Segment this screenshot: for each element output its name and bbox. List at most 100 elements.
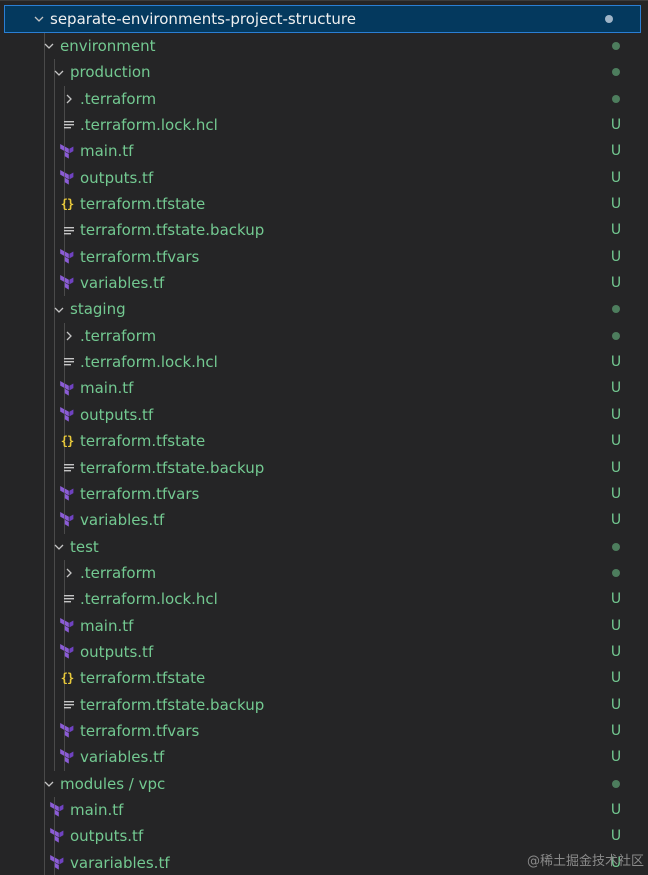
untracked-status-badge: U [610, 143, 622, 160]
indent-guide [44, 665, 45, 692]
indent-guide [54, 428, 55, 455]
tree-file-main-tf[interactable]: main.tf U [0, 375, 648, 402]
tree-item-label: outputs.tf [80, 168, 154, 187]
status-dot-icon [605, 15, 613, 23]
tree-item-label: .terraform.lock.hcl [80, 590, 218, 609]
indent-guide [44, 796, 45, 824]
tree-file-outputs-tf[interactable]: outputs.tf U [0, 401, 648, 429]
tree-item-label: .terraform [80, 89, 157, 108]
tree-item-label: terraform.tfstate [80, 195, 206, 214]
tree-folder-production[interactable]: production [0, 59, 648, 86]
tree-folder-environment[interactable]: environment [0, 33, 648, 60]
terraform-file-icon [48, 797, 66, 823]
tree-item-label: .terraform.lock.hcl [80, 116, 218, 135]
tree-file-main-tf[interactable]: main.tf U [0, 138, 648, 165]
tree-file-variables-tf[interactable]: variables.tf U [0, 270, 648, 297]
indent-guide [44, 454, 45, 481]
chevron-right-icon [60, 86, 78, 112]
tree-file-main-tf[interactable]: main.tf U [0, 612, 648, 639]
tree-item-label: varariables.tf [70, 853, 170, 872]
terraform-file-icon [58, 639, 76, 665]
indent-guide [44, 533, 45, 560]
tree-item-label: outputs.tf [80, 642, 154, 661]
untracked-status-badge: U [610, 591, 622, 608]
terraform-file-icon [58, 138, 76, 164]
indent-guide [44, 480, 45, 508]
tree-folder-separate-environments-project-structure[interactable]: separate-environments-project-structure [4, 5, 641, 33]
indent-guide [54, 744, 55, 771]
tree-file-variables-tf[interactable]: variables.tf U [0, 507, 648, 534]
tree-item-label: outputs.tf [80, 405, 154, 424]
status-dot-icon [612, 568, 620, 577]
tree-folder-terraform[interactable]: .terraform [0, 322, 648, 350]
untracked-status-badge: U [610, 512, 622, 529]
terraform-file-icon [58, 165, 76, 191]
tree-file-terraform-tfstate-backup[interactable]: terraform.tfstate.backup U [0, 217, 648, 244]
indent-guide [54, 638, 55, 666]
modified-contents-dot [609, 33, 623, 59]
indent-guide [44, 428, 45, 455]
modified-contents-dot [609, 86, 623, 112]
indent-guide [54, 612, 55, 639]
indent-guide [54, 138, 55, 165]
indent-guide [44, 507, 45, 534]
tree-file-terraform-tfstate-backup[interactable]: terraform.tfstate.backup U [0, 691, 648, 718]
text-file-icon [60, 217, 78, 243]
untracked-status-badge: U [610, 433, 622, 450]
tree-file-terraform-lock-hcl[interactable]: .terraform.lock.hcl U [0, 112, 648, 139]
tree-item-label: terraform.tfstate.backup [80, 458, 265, 477]
tree-file-outputs-tf[interactable]: outputs.tf U [0, 823, 648, 850]
indent-guide [44, 717, 45, 745]
indent-guide [44, 691, 45, 718]
tree-file-terraform-tfvars[interactable]: terraform.tfvars U [0, 480, 648, 508]
terraform-file-icon [58, 613, 76, 639]
modified-contents-dot [609, 560, 623, 586]
indent-guide [44, 823, 45, 850]
tree-item-label: variables.tf [80, 748, 165, 767]
text-file-icon [60, 349, 78, 375]
indent-guide [54, 507, 55, 534]
tree-file-terraform-tfvars[interactable]: terraform.tfvars U [0, 717, 648, 745]
indent-guide [44, 112, 45, 139]
tree-file-terraform-lock-hcl[interactable]: .terraform.lock.hcl U [0, 349, 648, 376]
untracked-status-badge: U [610, 117, 622, 134]
tree-folder-test[interactable]: test [0, 533, 648, 560]
tree-item-label: terraform.tfstate [80, 669, 206, 688]
status-dot-icon [612, 331, 620, 340]
tree-item-label: main.tf [80, 616, 134, 635]
indent-guide [54, 85, 55, 113]
tree-file-terraform-tfvars[interactable]: terraform.tfvars U [0, 243, 648, 271]
untracked-status-badge: U [610, 485, 622, 502]
tree-file-terraform-tfstate-backup[interactable]: terraform.tfstate.backup U [0, 454, 648, 481]
tree-folder-terraform[interactable]: .terraform [0, 559, 648, 587]
tree-folder-staging[interactable]: staging [0, 296, 648, 323]
tree-folder-terraform[interactable]: .terraform [0, 85, 648, 113]
status-dot-icon [612, 779, 620, 788]
indent-guide [44, 191, 45, 218]
tree-file-terraform-tfstate[interactable]: {} terraform.tfstate U [0, 665, 648, 692]
tree-item-label: .terraform [80, 563, 157, 582]
chevron-down-icon [30, 5, 48, 33]
tree-file-variables-tf[interactable]: variables.tf U [0, 744, 648, 771]
tree-file-terraform-tfstate[interactable]: {} terraform.tfstate U [0, 428, 648, 455]
watermark: @稀土掘金技术社区 [526, 854, 644, 869]
json-file-icon: {} [60, 671, 74, 686]
tree-file-outputs-tf[interactable]: outputs.tf U [0, 164, 648, 192]
terraform-file-icon [58, 270, 76, 296]
status-dot-icon [612, 94, 620, 103]
indent-guide [54, 243, 55, 271]
tree-item-label: production [70, 63, 151, 82]
tree-item-label: variables.tf [80, 511, 165, 530]
tree-folder-modules-vpc[interactable]: modules / vpc [0, 770, 648, 797]
tree-file-terraform-tfstate[interactable]: {} terraform.tfstate U [0, 191, 648, 218]
tree-file-outputs-tf[interactable]: outputs.tf U [0, 638, 648, 666]
tree-file-main-tf[interactable]: main.tf U [0, 796, 648, 824]
terraform-file-icon [58, 481, 76, 507]
tree-item-label: environment [60, 37, 156, 55]
modified-contents-dot [609, 59, 623, 85]
terraform-file-icon [58, 718, 76, 744]
terraform-file-icon [48, 850, 66, 875]
indent-guide [54, 665, 55, 692]
tree-file-terraform-lock-hcl[interactable]: .terraform.lock.hcl U [0, 586, 648, 613]
indent-guide [54, 559, 55, 587]
